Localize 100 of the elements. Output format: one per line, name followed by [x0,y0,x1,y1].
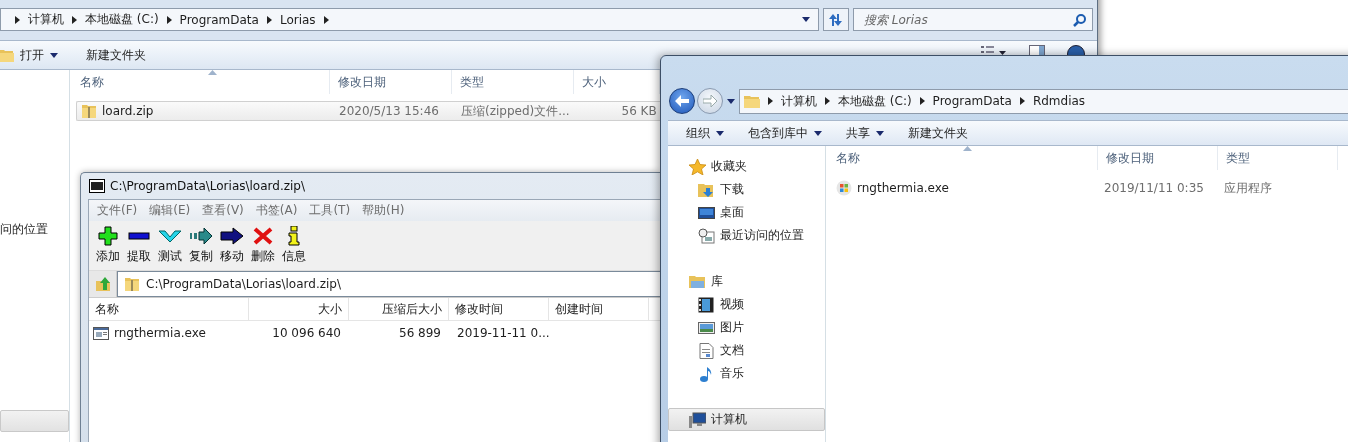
navigation-item[interactable]: 图片 [668,316,825,339]
file-row[interactable]: loard.zip 2020/5/13 15:46 压缩(zipped)文件... 56 KB [76,101,660,121]
chevron-icon[interactable] [919,97,925,105]
breadcrumb-item[interactable]: 本地磁盘 (C:) [85,11,159,28]
column-header[interactable]: 修改日期 [1098,146,1218,170]
file-name: rngthermia.exe [114,326,206,340]
recent-places-icon [698,227,715,244]
caret-icon [716,130,724,136]
column-header[interactable]: 名称 [89,298,249,320]
menu-item[interactable]: 工具(T) [303,202,357,219]
arrow-right-icon [188,226,213,246]
chevron-icon[interactable] [266,15,272,24]
computer-icon [689,411,706,428]
back-button[interactable] [669,88,695,114]
navigation-item[interactable]: 音乐 [668,362,825,385]
column-header[interactable]: 修改日期 [330,70,452,94]
desktop-icon [698,204,715,221]
column-header[interactable]: 大小 [249,298,349,320]
tool-button[interactable]: 提取 [124,226,153,270]
file-type: 压缩(zipped)文件... [461,102,570,120]
refresh-button[interactable] [823,8,849,31]
breadcrumb-item[interactable]: ProgramData [179,12,259,27]
address-bar[interactable]: 计算机 本地磁盘 (C:) ProgramData Rdmdias [739,88,1348,114]
file-date: 2019/11/11 0:35 [1104,181,1204,195]
packed-size: 56 899 [399,326,441,340]
toolbar-menu-button[interactable]: 包含到库中 [738,121,832,145]
back-arrow-icon [675,95,689,107]
zip-folder-icon [81,103,97,119]
toolbar-menu-button[interactable]: 组织 [676,121,734,145]
tool-button[interactable]: 移动 [217,226,246,270]
menu-item[interactable]: 帮助(H) [356,202,411,219]
open-button[interactable]: 打开 [0,43,68,67]
forward-arrow-icon [703,95,717,107]
chevron-icon[interactable] [825,97,830,105]
sidebar-item[interactable]: 问的位置 [0,221,48,238]
toolbar-menu-button[interactable]: 共享 [836,121,894,145]
navigation-item[interactable]: 库 [668,270,825,293]
chevron-icon[interactable] [166,15,172,24]
modified-time: 2019-11-11 0... [457,326,550,340]
chevron-icon[interactable] [15,15,20,24]
column-header[interactable]: 修改时间 [449,298,549,320]
chevron-icon[interactable] [1019,97,1025,105]
chevron-icon[interactable] [768,97,773,105]
file-row[interactable]: rngthermia.exe 2019/11/11 0:35 应用程序 [826,177,1336,199]
picture-icon [698,319,715,336]
column-header[interactable]: 创建时间 [549,298,649,320]
file-row[interactable]: rngthermia.exe 10 096 640 56 899 2019-11-11 0... [89,322,549,344]
toolbar-button[interactable]: 新建文件夹 [76,43,156,67]
toolbar-button[interactable]: 新建文件夹 [898,121,978,145]
navigation-item[interactable]: 最近访问的位置 [668,224,825,247]
breadcrumb-item[interactable]: Lorias [279,12,316,27]
menu-item[interactable]: 查看(V) [196,202,250,219]
help-icon[interactable] [1067,45,1085,55]
up-folder-button[interactable] [89,271,117,297]
navigation-item[interactable]: 下载 [668,178,825,201]
arrow-right-icon [219,226,244,246]
file-type: 应用程序 [1224,179,1272,197]
menu-item[interactable]: 文件(F) [91,202,144,219]
file-date: 2020/5/13 15:46 [339,104,439,118]
breadcrumb-item[interactable]: 本地磁盘 (C:) [838,92,912,110]
breadcrumb-item[interactable]: ProgramData [932,94,1012,108]
path-field[interactable]: C:\ProgramData\Lorias\loard.zip\ [117,271,660,297]
app-logo-icon [89,179,105,193]
navigation-item[interactable]: 计算机 [668,408,825,431]
navigation-item[interactable]: 视频 [668,293,825,316]
film-icon [698,296,715,313]
address-bar[interactable]: 计算机 本地磁盘 (C:) ProgramData Lorias [0,8,820,31]
menu-item[interactable]: 书签(A) [249,202,304,219]
navigation-item[interactable]: 文档 [668,339,825,362]
folder-icon [0,48,14,62]
caret-icon [814,130,822,136]
tool-button[interactable]: 添加 [93,226,122,270]
menu-item[interactable]: 编辑(E) [143,202,197,219]
search-field[interactable]: 搜索 Lorias [853,8,1093,31]
tool-button[interactable]: 删除 [248,226,277,270]
star-icon [689,158,706,175]
folder-up-icon [94,276,111,292]
tool-button[interactable]: 测试 [155,226,184,270]
chevron-icon[interactable] [72,15,77,24]
document-icon [698,342,715,359]
file-name: loard.zip [102,104,154,118]
zip-folder-icon [124,276,140,292]
column-header[interactable]: 压缩后大小 [349,298,449,320]
breadcrumb-item[interactable]: 计算机 [781,92,817,110]
breadcrumb-item[interactable]: Rdmdias [1032,94,1086,108]
tool-button[interactable]: 复制 [186,226,215,270]
column-header[interactable]: 类型 [452,70,574,94]
window-title: C:\ProgramData\Lorias\loard.zip\ [110,179,305,193]
chevron-icon[interactable] [323,15,329,24]
view-options-icon[interactable] [981,45,1007,55]
sidebar-highlight [0,410,69,432]
breadcrumb-item[interactable]: 计算机 [28,11,64,28]
caret-icon [802,17,811,22]
search-icon [1073,13,1087,27]
column-header[interactable]: 类型 [1218,146,1338,170]
caret-icon [50,52,58,58]
navigation-item[interactable]: 桌面 [668,201,825,224]
tool-button[interactable]: 信息 [279,226,308,270]
window-app-icon [93,326,109,340]
navigation-item[interactable]: 收藏夹 [668,155,825,178]
